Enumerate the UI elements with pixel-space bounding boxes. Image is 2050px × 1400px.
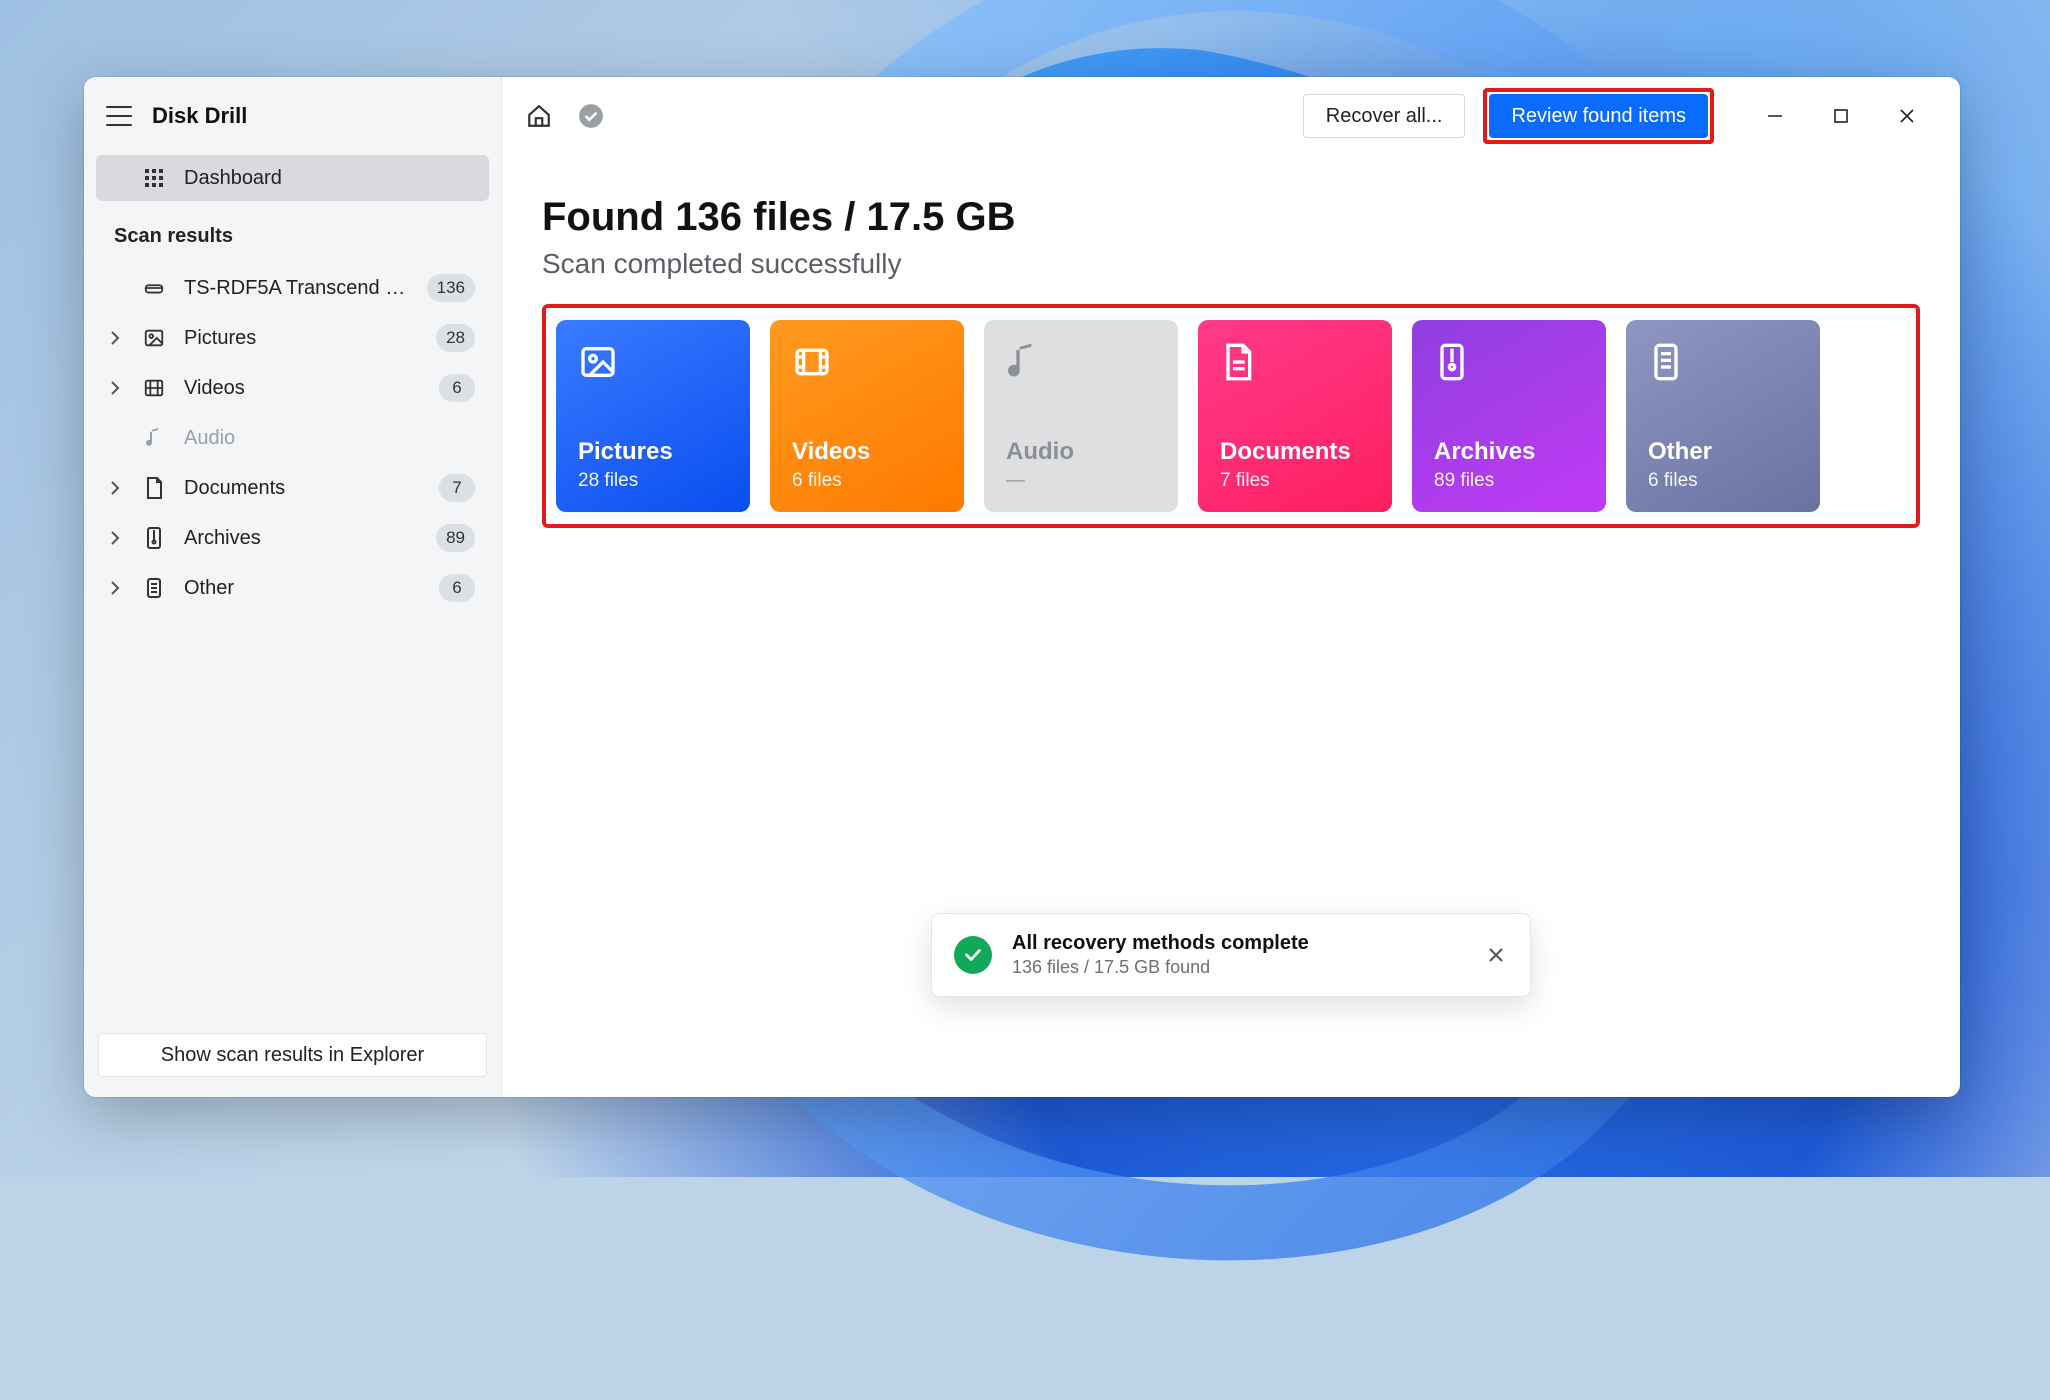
count-badge: 89 bbox=[436, 524, 475, 552]
film-icon bbox=[792, 342, 832, 382]
nav-label: Dashboard bbox=[184, 167, 475, 190]
drive-icon bbox=[142, 276, 166, 300]
card-title: Audio bbox=[1006, 438, 1156, 466]
count-badge: 6 bbox=[439, 574, 475, 602]
nav-label: Archives bbox=[184, 527, 418, 550]
film-icon bbox=[142, 376, 166, 400]
nav-documents[interactable]: Documents 7 bbox=[96, 465, 489, 511]
app-window: Disk Drill Dashboard Scan results TS-RDF… bbox=[84, 77, 1960, 1097]
card-subtitle: 6 files bbox=[792, 470, 942, 492]
nav-videos[interactable]: Videos 6 bbox=[96, 365, 489, 411]
nav-audio[interactable]: Audio bbox=[96, 415, 489, 461]
count-badge: 28 bbox=[436, 324, 475, 352]
chevron-right-icon bbox=[110, 531, 124, 545]
card-audio: Audio — bbox=[984, 320, 1178, 512]
nav-label: Videos bbox=[184, 377, 421, 400]
review-found-items-button[interactable]: Review found items bbox=[1489, 94, 1708, 138]
chevron-right-icon bbox=[110, 581, 124, 595]
window-minimize-icon[interactable] bbox=[1760, 101, 1790, 131]
recover-all-button[interactable]: Recover all... bbox=[1303, 94, 1466, 138]
toast-subtitle: 136 files / 17.5 GB found bbox=[1012, 957, 1464, 978]
card-other[interactable]: Other 6 files bbox=[1626, 320, 1820, 512]
card-archives[interactable]: Archives 89 files bbox=[1412, 320, 1606, 512]
document-icon bbox=[1220, 342, 1260, 382]
nav-label: Other bbox=[184, 577, 421, 600]
window-maximize-icon[interactable] bbox=[1826, 101, 1856, 131]
chevron-right-icon bbox=[110, 331, 124, 345]
check-circle-icon bbox=[954, 936, 992, 974]
category-cards: Pictures 28 files Videos 6 files bbox=[556, 320, 1906, 512]
app-title: Disk Drill bbox=[152, 103, 247, 129]
show-in-explorer-button[interactable]: Show scan results in Explorer bbox=[98, 1033, 487, 1077]
nav-label: Pictures bbox=[184, 327, 418, 350]
main-panel: Recover all... Review found items Found … bbox=[502, 77, 1960, 1097]
nav-label: Audio bbox=[184, 427, 475, 450]
window-close-icon[interactable] bbox=[1892, 101, 1922, 131]
nav-other[interactable]: Other 6 bbox=[96, 565, 489, 611]
nav-heading-scan-results: Scan results bbox=[96, 213, 489, 259]
image-icon bbox=[142, 326, 166, 350]
file-icon bbox=[142, 576, 166, 600]
nav-dashboard[interactable]: Dashboard bbox=[96, 155, 489, 201]
highlight-annotation: Review found items bbox=[1483, 88, 1714, 144]
image-icon bbox=[578, 342, 618, 382]
card-documents[interactable]: Documents 7 files bbox=[1198, 320, 1392, 512]
sidebar: Disk Drill Dashboard Scan results TS-RDF… bbox=[84, 77, 502, 1097]
card-title: Archives bbox=[1434, 438, 1584, 466]
card-title: Videos bbox=[792, 438, 942, 466]
card-pictures[interactable]: Pictures 28 files bbox=[556, 320, 750, 512]
chevron-right-icon bbox=[110, 481, 124, 495]
count-badge: 7 bbox=[439, 474, 475, 502]
toolbar: Recover all... Review found items bbox=[502, 77, 1960, 155]
nav-archives[interactable]: Archives 89 bbox=[96, 515, 489, 561]
close-icon[interactable] bbox=[1484, 943, 1508, 967]
card-subtitle: 28 files bbox=[578, 470, 728, 492]
check-badge-icon[interactable] bbox=[574, 99, 608, 133]
card-title: Other bbox=[1648, 438, 1798, 466]
card-subtitle: — bbox=[1006, 470, 1156, 492]
toast-title: All recovery methods complete bbox=[1012, 932, 1464, 955]
results-headline: Found 136 files / 17.5 GB bbox=[542, 195, 1920, 240]
results-subline: Scan completed successfully bbox=[542, 248, 1920, 280]
card-title: Pictures bbox=[578, 438, 728, 466]
count-badge: 136 bbox=[427, 274, 475, 302]
card-subtitle: 89 files bbox=[1434, 470, 1584, 492]
file-icon bbox=[1648, 342, 1688, 382]
chevron-right-icon bbox=[110, 381, 124, 395]
nav-pictures[interactable]: Pictures 28 bbox=[96, 315, 489, 361]
home-icon[interactable] bbox=[522, 99, 556, 133]
card-subtitle: 6 files bbox=[1648, 470, 1798, 492]
card-subtitle: 7 files bbox=[1220, 470, 1370, 492]
nav-label: TS-RDF5A Transcend US... bbox=[184, 277, 409, 300]
count-badge: 6 bbox=[439, 374, 475, 402]
card-title: Documents bbox=[1220, 438, 1370, 466]
toast-notification: All recovery methods complete 136 files … bbox=[931, 913, 1531, 997]
archive-icon bbox=[1434, 342, 1474, 382]
grid-icon bbox=[142, 166, 166, 190]
menu-icon[interactable] bbox=[106, 106, 132, 126]
music-note-icon bbox=[142, 426, 166, 450]
document-icon bbox=[142, 476, 166, 500]
nav-label: Documents bbox=[184, 477, 421, 500]
nav-device[interactable]: TS-RDF5A Transcend US... 136 bbox=[96, 265, 489, 311]
highlight-annotation: Pictures 28 files Videos 6 files bbox=[542, 304, 1920, 528]
music-note-icon bbox=[1006, 342, 1046, 382]
card-videos[interactable]: Videos 6 files bbox=[770, 320, 964, 512]
archive-icon bbox=[142, 526, 166, 550]
